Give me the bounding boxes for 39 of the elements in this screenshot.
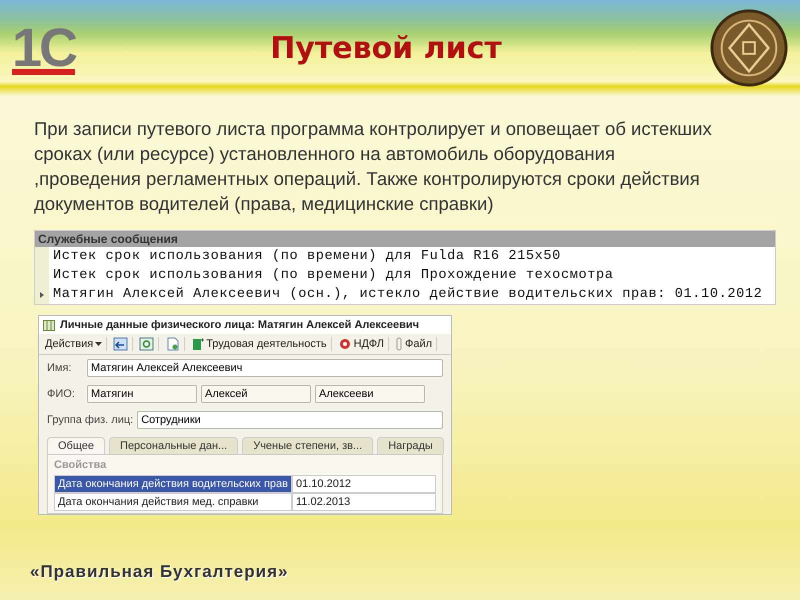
round-badge-icon	[338, 337, 352, 351]
document-icon	[165, 337, 180, 351]
panel-title: Служебные сообщения	[35, 231, 775, 247]
fio-field[interactable]: Алексей	[201, 385, 311, 403]
actions-menu-button[interactable]: Действия	[41, 337, 108, 351]
group-field[interactable]: Сотрудники	[137, 411, 443, 429]
tab[interactable]: Общее	[47, 437, 106, 454]
property-value-cell: 01.10.2012	[292, 475, 436, 493]
body-paragraph: При записи путевого листа программа контролирует и оповещает об истекших сроках (или ресурсе) установленного на автомобиль оборудования ,проведения регламентных операций. Также контролируются сроки действия документов водителей (права, медицинские справки)	[34, 117, 713, 216]
property-name-cell[interactable]: Дата окончания действия водительских прав	[54, 475, 292, 493]
footer-caption: «Правильная Бухгалтерия»	[30, 562, 288, 582]
paperclip-icon	[394, 337, 403, 351]
property-value-cell: 11.02.2013	[292, 493, 436, 511]
caret-icon	[95, 342, 102, 346]
message-text[interactable]: Истек срок использования (по времени) для Прохождение техосмотра	[53, 268, 614, 283]
field-label: ФИО:	[47, 388, 76, 400]
message-text[interactable]: Истек срок использования (по времени) для Fulda R16 215x50	[53, 249, 561, 264]
tab[interactable]: Награды	[377, 437, 444, 454]
toolbar-button[interactable]: Файл	[390, 337, 438, 351]
toolbar-button[interactable]: НДФЛ	[334, 337, 389, 351]
logo: 1С	[12, 17, 77, 79]
table-icon	[43, 320, 55, 330]
message-text[interactable]: Матягин Алексей Алексеевич (осн.), истекло действие водительских прав: 01.10.2012	[53, 287, 762, 302]
slide-title: Путевой лист	[269, 30, 503, 66]
tab[interactable]: Ученые степени, зв...	[242, 437, 374, 454]
toolbar-button[interactable]: Трудовая деятельность	[187, 337, 332, 351]
tab[interactable]: Персональные дан...	[109, 437, 238, 454]
property-name-cell[interactable]: Дата окончания действия мед. справки	[54, 493, 292, 511]
field-label: Имя:	[47, 362, 72, 374]
section-heading: Свойства	[54, 459, 108, 471]
window-title: Личные данные физического лица: Матягин Алексей Алексеевич	[60, 319, 420, 331]
book-icon	[191, 337, 204, 351]
fio-field[interactable]: Алексееви	[315, 385, 425, 403]
fio-field[interactable]: Матягин	[87, 385, 197, 403]
arrow-left-icon	[113, 337, 128, 351]
name-field[interactable]: Матягин Алексей Алексеевич	[87, 359, 443, 377]
circle-frame-icon	[139, 337, 154, 351]
field-label: Группа физ. лиц:	[47, 414, 134, 426]
medal-icon	[710, 9, 788, 87]
